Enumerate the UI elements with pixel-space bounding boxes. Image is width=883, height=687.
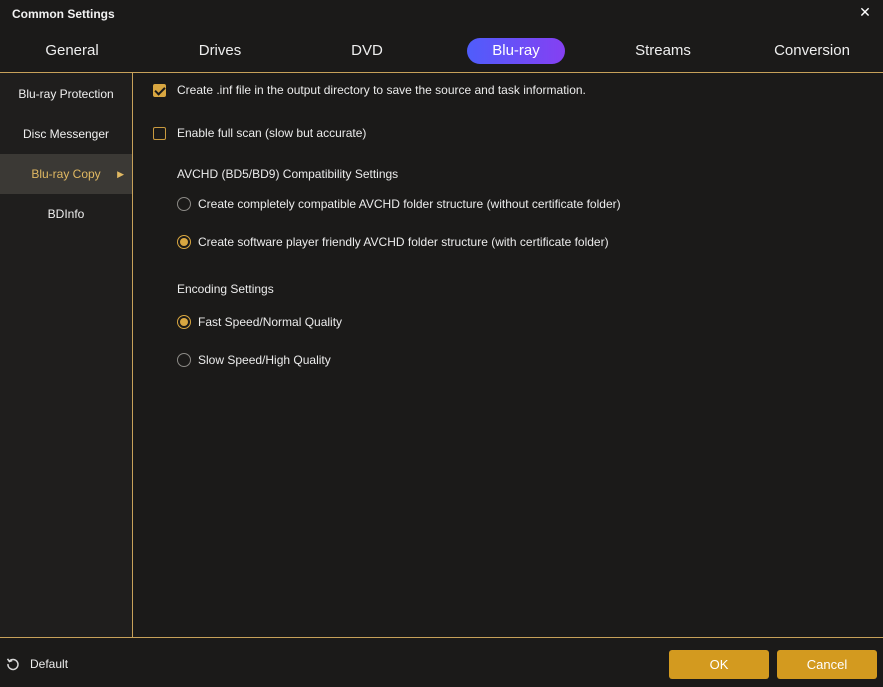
avchd-option-player-friendly[interactable]: Create software player friendly AVCHD fo… (177, 235, 609, 249)
sidebar-item-blu-ray-copy[interactable]: Blu-ray Copy ▶ (0, 154, 132, 194)
sidebar-item-label: BDInfo (47, 207, 85, 221)
create-inf-option[interactable]: Create .inf file in the output directory… (153, 83, 586, 97)
avchd-option-compatible[interactable]: Create completely compatible AVCHD folde… (177, 197, 621, 211)
encoding-fast-label: Fast Speed/Normal Quality (198, 315, 343, 329)
chevron-right-icon: ▶ (117, 169, 124, 179)
tab-dvd[interactable]: DVD (317, 38, 417, 64)
encoding-option-slow[interactable]: Slow Speed/High Quality (177, 353, 331, 367)
avchd-section-title: AVCHD (BD5/BD9) Compatibility Settings (177, 167, 399, 181)
encoding-slow-label: Slow Speed/High Quality (198, 353, 331, 367)
settings-window: Common Settings ✕ General Drives DVD Blu… (0, 0, 883, 687)
blu-ray-copy-settings: Create .inf file in the output directory… (133, 73, 883, 637)
footer: Default OK Cancel (0, 639, 883, 687)
sidebar: Blu-ray Protection Disc Messenger Blu-ra… (0, 73, 133, 637)
default-label: Default (30, 657, 69, 671)
avchd-compatible-radio[interactable] (177, 197, 191, 211)
avchd-player-friendly-label: Create software player friendly AVCHD fo… (198, 235, 609, 249)
encoding-section-title: Encoding Settings (177, 282, 274, 296)
cancel-button[interactable]: Cancel (777, 650, 877, 679)
tab-general[interactable]: General (22, 38, 122, 64)
avchd-compatible-label: Create completely compatible AVCHD folde… (198, 197, 621, 211)
full-scan-option[interactable]: Enable full scan (slow but accurate) (153, 126, 366, 140)
create-inf-label: Create .inf file in the output directory… (177, 83, 586, 97)
tab-streams[interactable]: Streams (613, 38, 713, 64)
reset-icon (6, 658, 19, 671)
sidebar-item-label: Blu-ray Copy (31, 167, 101, 181)
tab-blu-ray[interactable]: Blu-ray (467, 38, 565, 64)
default-button[interactable]: Default (6, 657, 68, 671)
ok-button[interactable]: OK (669, 650, 769, 679)
full-scan-label: Enable full scan (slow but accurate) (177, 126, 367, 140)
title-bar: Common Settings ✕ (0, 0, 883, 28)
sidebar-item-bdinfo[interactable]: BDInfo (0, 194, 132, 234)
settings-panel: Blu-ray Protection Disc Messenger Blu-ra… (0, 72, 883, 638)
avchd-player-friendly-radio[interactable] (177, 235, 191, 249)
sidebar-item-label: Disc Messenger (22, 127, 110, 141)
close-icon[interactable]: ✕ (858, 5, 872, 19)
tab-conversion[interactable]: Conversion (757, 38, 867, 64)
create-inf-checkbox[interactable] (153, 83, 166, 97)
full-scan-checkbox[interactable] (153, 126, 166, 140)
tab-drives[interactable]: Drives (170, 38, 270, 64)
encoding-option-fast[interactable]: Fast Speed/Normal Quality (177, 315, 342, 329)
sidebar-item-disc-messenger[interactable]: Disc Messenger (0, 114, 132, 154)
tab-bar: General Drives DVD Blu-ray Streams Conve… (0, 36, 883, 68)
encoding-fast-radio[interactable] (177, 315, 191, 329)
window-title: Common Settings (12, 7, 115, 21)
sidebar-item-label: Blu-ray Protection (18, 87, 114, 101)
sidebar-item-blu-ray-protection[interactable]: Blu-ray Protection (0, 74, 132, 114)
encoding-slow-radio[interactable] (177, 353, 191, 367)
